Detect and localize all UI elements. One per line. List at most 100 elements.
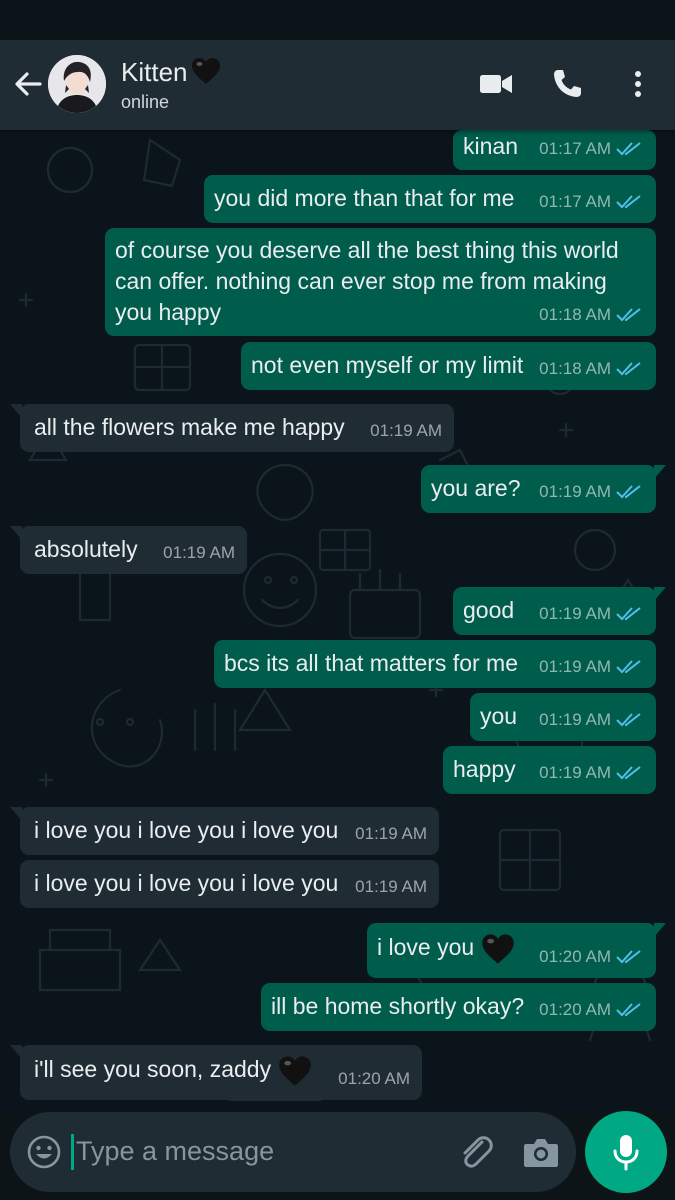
- message-text-line: you happy: [115, 299, 222, 325]
- read-receipt-icon: [616, 1002, 641, 1016]
- message-text: bcs its all that matters for me: [224, 650, 518, 676]
- emoji-icon[interactable]: [26, 1134, 62, 1170]
- message-meta: 01:20 AM: [539, 941, 642, 972]
- message-meta: 01:19 AM: [539, 651, 642, 682]
- message-composer[interactable]: Type a message: [10, 1112, 576, 1192]
- message-time: 01:19 AM: [370, 421, 442, 440]
- read-receipt-icon: [616, 606, 641, 620]
- message-time: 01:19 AM: [539, 604, 611, 623]
- black-heart-icon: [192, 58, 220, 84]
- message-text: you: [480, 703, 518, 729]
- contact-status: online: [121, 92, 170, 112]
- message-time: 01:20 AM: [539, 1000, 611, 1019]
- black-heart-icon: [482, 934, 514, 964]
- message-bubble-incoming[interactable]: all the flowers make me happy 01:19 AM: [10, 404, 454, 452]
- bubble-tail: [10, 807, 22, 821]
- message-time: 01:17 AM: [539, 139, 611, 158]
- video-call-icon[interactable]: [478, 66, 514, 102]
- message-meta: 01:20 AM: [338, 1063, 410, 1094]
- message-meta: 01:19 AM: [355, 871, 427, 902]
- message-text: you are?: [431, 475, 521, 501]
- message-text: all the flowers make me happy: [34, 414, 345, 440]
- avatar[interactable]: [48, 55, 106, 113]
- message-bubble-outgoing[interactable]: i love you 01:20 AM: [367, 923, 666, 978]
- bubble-tail: [654, 465, 666, 479]
- message-time: 01:19 AM: [355, 824, 427, 843]
- contact-name[interactable]: Kitten: [121, 57, 188, 88]
- mic-button[interactable]: [585, 1111, 667, 1193]
- read-receipt-icon: [616, 307, 641, 321]
- message-meta: 01:19 AM: [539, 704, 642, 735]
- message-bubble-incoming[interactable]: i love you i love you i love you 01:19 A…: [10, 807, 439, 855]
- message-bubble-outgoing[interactable]: of course you deserve all the best thing…: [105, 228, 656, 336]
- message-meta: 01:19 AM: [355, 818, 427, 849]
- message-bubble-outgoing[interactable]: you 01:19 AM: [470, 693, 656, 741]
- message-bubble-incoming[interactable]: absolutely 01:19 AM: [10, 526, 247, 574]
- message-text: happy: [453, 756, 516, 782]
- message-bubble-incoming[interactable]: i love you i love you i love you 01:19 A…: [20, 860, 439, 908]
- message-text: not even myself or my limit: [251, 352, 524, 378]
- status-bar: [0, 0, 675, 40]
- message-text: i love you: [377, 932, 516, 966]
- chat-header: Kitten online: [0, 40, 675, 130]
- message-bubble-outgoing[interactable]: happy 01:19 AM: [443, 746, 656, 794]
- black-heart-icon: [279, 1056, 311, 1086]
- message-text: i'll see you soon, zaddy: [34, 1054, 313, 1088]
- message-input[interactable]: Type a message: [76, 1136, 274, 1167]
- read-receipt-icon: [616, 712, 641, 726]
- back-arrow-icon[interactable]: [10, 66, 46, 102]
- message-time: 01:20 AM: [539, 947, 611, 966]
- message-time: 01:17 AM: [539, 192, 611, 211]
- bubble-tail: [10, 1045, 22, 1059]
- message-time: 01:18 AM: [539, 359, 611, 378]
- read-receipt-icon: [616, 949, 641, 963]
- text-cursor: [71, 1134, 74, 1170]
- message-bubble-outgoing[interactable]: kinan 01:17 AM: [453, 130, 656, 170]
- message-time: 01:19 AM: [539, 657, 611, 676]
- message-bubble-outgoing[interactable]: ill be home shortly okay? 01:20 AM: [261, 983, 656, 1031]
- message-meta: 01:17 AM: [539, 186, 642, 217]
- message-text: good: [463, 597, 515, 623]
- message-meta: 01:20 AM: [539, 994, 642, 1025]
- read-receipt-icon: [616, 765, 641, 779]
- message-meta: 01:19 AM: [163, 537, 235, 568]
- message-text: absolutely: [34, 536, 138, 562]
- voice-call-icon[interactable]: [549, 66, 585, 102]
- message-meta: 01:19 AM: [539, 598, 642, 629]
- message-time: 01:19 AM: [355, 877, 427, 896]
- message-bubble-outgoing[interactable]: bcs its all that matters for me 01:19 AM: [214, 640, 656, 688]
- message-bubble-outgoing[interactable]: not even myself or my limit 01:18 AM: [241, 342, 656, 390]
- message-time: 01:19 AM: [163, 543, 235, 562]
- camera-icon[interactable]: [522, 1134, 560, 1170]
- attach-icon[interactable]: [456, 1132, 496, 1172]
- read-receipt-icon: [616, 659, 641, 673]
- message-text: you did more than that for me: [214, 185, 515, 211]
- message-time: 01:19 AM: [539, 710, 611, 729]
- message-time: 01:20 AM: [338, 1069, 410, 1088]
- message-meta: 01:19 AM: [539, 476, 642, 507]
- message-text: i love you i love you i love you: [34, 817, 339, 843]
- read-receipt-icon: [616, 361, 641, 375]
- message-meta: 01:19 AM: [370, 415, 442, 446]
- message-bubble-outgoing[interactable]: you did more than that for me 01:17 AM: [204, 175, 656, 223]
- message-text-content: i love you: [377, 934, 475, 961]
- more-menu-icon[interactable]: [620, 66, 656, 102]
- message-text: ill be home shortly okay?: [271, 993, 525, 1019]
- message-time: 01:19 AM: [539, 482, 611, 501]
- message-time: 01:18 AM: [539, 305, 611, 324]
- message-bubble-outgoing[interactable]: good 01:19 AM: [453, 587, 666, 635]
- message-time: 01:19 AM: [539, 763, 611, 782]
- bubble-tail: [10, 526, 22, 540]
- bubble-tail: [654, 587, 666, 601]
- read-receipt-icon: [616, 194, 641, 208]
- message-meta: 01:18 AM: [539, 353, 642, 384]
- message-text-line: can offer. nothing can ever stop me from…: [115, 268, 607, 294]
- message-text: kinan: [463, 133, 518, 159]
- bubble-tail: [654, 923, 666, 937]
- message-meta: 01:19 AM: [539, 757, 642, 788]
- message-bubble-outgoing[interactable]: you are? 01:19 AM: [421, 465, 666, 513]
- message-bubble-incoming[interactable]: i'll see you soon, zaddy 01:20 AM: [10, 1045, 422, 1100]
- message-meta: 01:17 AM: [539, 133, 642, 164]
- message-text-content: i'll see you soon, zaddy: [34, 1056, 272, 1083]
- chat-area[interactable]: kinan 01:17 AM you did more than that fo…: [0, 130, 675, 1110]
